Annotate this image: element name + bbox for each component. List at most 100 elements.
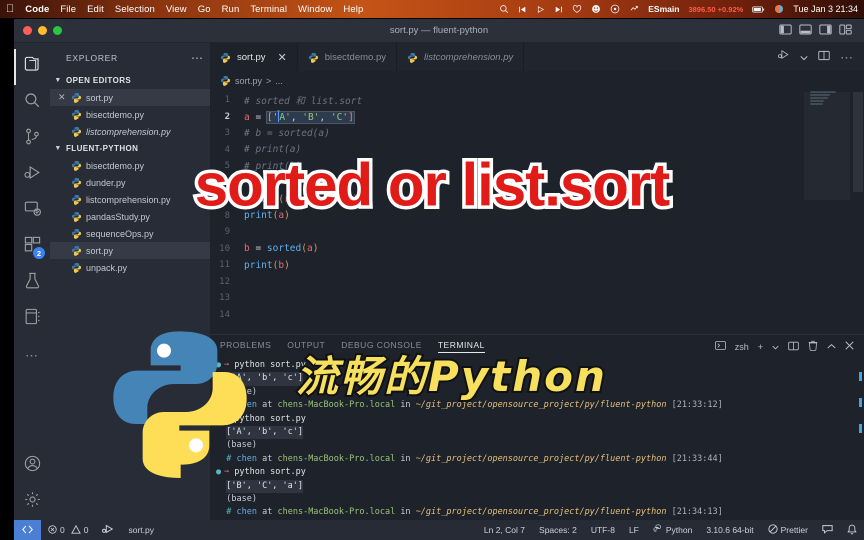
minimap[interactable]	[804, 90, 850, 334]
record-icon[interactable]	[610, 4, 620, 14]
close-panel-icon[interactable]	[845, 341, 854, 352]
run-python-file-icon[interactable]	[777, 48, 790, 66]
search-icon[interactable]	[499, 4, 509, 14]
terminal-user: chen	[236, 507, 257, 518]
python-file-icon	[71, 245, 82, 256]
activity-item-remote-explorer[interactable]	[14, 193, 50, 229]
file-bisectdemo-py[interactable]: bisectdemo.py	[50, 157, 210, 174]
activity-item-settings[interactable]	[14, 484, 50, 520]
language-mode[interactable]: Python	[646, 524, 699, 536]
editor-position[interactable]: Ln 2, Col 7	[477, 525, 532, 535]
play-icon[interactable]	[536, 5, 545, 14]
kill-terminal-icon[interactable]	[808, 340, 818, 353]
python-file-icon	[71, 177, 82, 188]
ports-status[interactable]	[95, 524, 121, 536]
command-marker	[859, 398, 862, 407]
editor-more-actions-icon[interactable]: ⋯	[840, 51, 854, 64]
activity-item-extensions[interactable]: 2	[14, 229, 50, 265]
activity-item-explorer[interactable]	[14, 49, 50, 85]
problems-status[interactable]: 0 0	[41, 524, 95, 536]
file-sort-py[interactable]: sort.py	[50, 242, 210, 259]
menu-item-view[interactable]: View	[166, 4, 187, 15]
menu-item-edit[interactable]: Edit	[87, 4, 104, 15]
apple-menu-icon[interactable]: 	[6, 3, 14, 15]
open-editor-bisectdemo-py[interactable]: bisectdemo.py	[50, 106, 210, 123]
activity-item-testing[interactable]	[14, 265, 50, 301]
file-dunder-py[interactable]: dunder.py	[50, 174, 210, 191]
tab-sort-py[interactable]: sort.py ✕	[210, 43, 298, 71]
split-editor-icon[interactable]	[818, 48, 830, 66]
indentation-setting[interactable]: Spaces: 2	[532, 525, 584, 535]
stocks-icon[interactable]	[629, 4, 639, 14]
close-icon[interactable]: ✕	[58, 92, 67, 103]
open-editor-sort-py[interactable]: ✕ sort.py	[50, 89, 210, 106]
menu-item-selection[interactable]: Selection	[115, 4, 155, 15]
file-sequenceops-py[interactable]: sequenceOps.py	[50, 225, 210, 242]
previous-track-icon[interactable]	[518, 5, 527, 14]
sidebar-more-actions-icon[interactable]: ⋯	[191, 52, 204, 64]
file-label: listcomprehension.py	[86, 194, 171, 205]
python-interpreter[interactable]: 3.10.6 64-bit	[699, 525, 760, 535]
breadcrumb-file[interactable]: sort.py	[235, 76, 262, 86]
new-terminal-icon[interactable]: +	[758, 342, 763, 352]
tab-label: listcomprehension.py	[424, 51, 514, 63]
file-pandasstudy-py[interactable]: pandasStudy.py	[50, 208, 210, 225]
battery-icon[interactable]	[752, 5, 765, 14]
activity-item-account[interactable]	[14, 448, 50, 484]
file-unpack-py[interactable]: unpack.py	[50, 259, 210, 276]
menu-item-run[interactable]: Run	[222, 4, 240, 15]
open-editor-label: sort.py	[86, 92, 114, 103]
toggle-panel-icon[interactable]	[799, 22, 812, 40]
file-listcomprehension-py[interactable]: listcomprehension.py	[50, 191, 210, 208]
maximize-panel-icon[interactable]	[827, 342, 836, 352]
menu-item-terminal[interactable]: Terminal	[250, 4, 287, 15]
menu-item-go[interactable]: Go	[198, 4, 211, 15]
chevron-down-icon[interactable]	[800, 48, 808, 66]
status-file-name[interactable]: sort.py	[121, 525, 161, 535]
ticker-value[interactable]: 3896.50 +0.92%	[688, 5, 743, 14]
activity-item-more[interactable]: ⋯	[14, 337, 50, 373]
tab-listcomprehension-py[interactable]: listcomprehension.py	[397, 43, 525, 71]
line-content: print(b)	[244, 259, 290, 271]
file-label: sort.py	[86, 245, 114, 256]
formatter-status[interactable]: Prettier	[761, 524, 815, 536]
ticker-symbol[interactable]: ESmain	[648, 4, 679, 14]
menubar-datetime[interactable]: Tue Jan 3 21:34	[793, 4, 858, 14]
minimap-slider[interactable]	[804, 92, 850, 200]
split-terminal-icon[interactable]	[788, 341, 799, 353]
section-fluent-python[interactable]: ▼ FLUENT-PYTHON	[50, 140, 210, 157]
menu-item-window[interactable]: Window	[298, 4, 332, 15]
activity-item-notebook[interactable]	[14, 301, 50, 337]
editor-group: sort.py ✕ bisectdemo.py listcomprehensio…	[210, 43, 864, 520]
control-center-icon[interactable]	[774, 4, 784, 14]
menu-item-help[interactable]: Help	[343, 4, 363, 15]
breadcrumb[interactable]: sort.py > ...	[210, 71, 864, 90]
editor-scrollbar[interactable]	[850, 90, 864, 334]
open-editor-listcomprehension-py[interactable]: listcomprehension.py	[50, 123, 210, 140]
feedback-button[interactable]	[815, 524, 840, 536]
remote-window-button[interactable]	[14, 520, 41, 540]
next-track-icon[interactable]	[554, 5, 563, 14]
section-open-editors[interactable]: ▼ OPEN EDITORS	[50, 72, 210, 89]
breadcrumb-rest[interactable]: ...	[275, 76, 283, 86]
tab-bisectdemo-py[interactable]: bisectdemo.py	[297, 43, 397, 71]
face-icon[interactable]	[591, 4, 601, 14]
terminal-shell-name[interactable]: zsh	[735, 342, 749, 352]
menu-item-code[interactable]: Code	[25, 4, 49, 15]
encoding-setting[interactable]: UTF-8	[584, 525, 622, 535]
eol-setting[interactable]: LF	[622, 525, 646, 535]
activity-item-search[interactable]	[14, 85, 50, 121]
toggle-primary-sidebar-icon[interactable]	[779, 22, 792, 40]
heart-icon[interactable]	[572, 4, 582, 14]
close-icon[interactable]: ✕	[278, 51, 287, 64]
chevron-down-icon[interactable]	[772, 342, 779, 352]
menu-item-file[interactable]: File	[60, 4, 76, 15]
extensions-badge: 2	[33, 247, 45, 259]
toggle-secondary-sidebar-icon[interactable]	[819, 22, 832, 40]
customize-layout-icon[interactable]	[839, 22, 852, 40]
activity-item-run-and-debug[interactable]	[14, 157, 50, 193]
activity-item-source-control[interactable]	[14, 121, 50, 157]
notifications-button[interactable]	[840, 524, 864, 537]
scrollbar-thumb[interactable]	[853, 92, 863, 192]
code-line: 14	[210, 307, 864, 324]
